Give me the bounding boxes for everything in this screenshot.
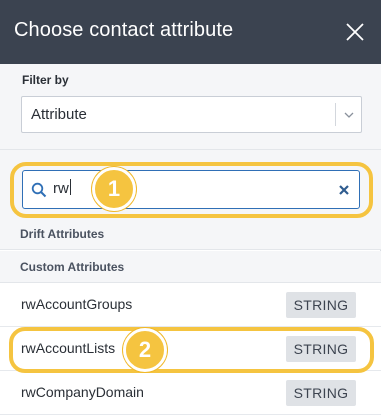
- step-badge-1: 1: [92, 167, 136, 211]
- attribute-row[interactable]: rwAccountGroups STRING: [0, 283, 381, 327]
- close-icon: [346, 23, 364, 41]
- close-button[interactable]: [339, 16, 371, 48]
- filter-by-value: Attribute: [31, 106, 87, 123]
- contact-attribute-panel: Choose contact attribute Filter by Attri…: [0, 0, 381, 415]
- group-label-drift: Drift Attributes: [20, 227, 105, 241]
- filter-by-select[interactable]: Attribute: [21, 96, 362, 133]
- chevron-down-icon: [344, 112, 354, 118]
- group-header-custom-attributes: Custom Attributes: [0, 251, 381, 283]
- group-header-drift-attributes: Drift Attributes: [0, 219, 381, 250]
- attribute-row[interactable]: rwCompanyDomain STRING: [0, 371, 381, 415]
- highlight-ring-step-2: [9, 327, 374, 373]
- panel-header: Choose contact attribute: [0, 0, 381, 64]
- panel-title: Choose contact attribute: [14, 19, 234, 41]
- highlight-ring-step-1: [10, 162, 373, 218]
- group-label-custom: Custom Attributes: [20, 260, 125, 274]
- attribute-type-badge: STRING: [286, 380, 356, 406]
- attribute-name: rwCompanyDomain: [21, 384, 144, 400]
- attribute-type-badge: STRING: [286, 292, 356, 318]
- attribute-name: rwAccountGroups: [21, 296, 133, 312]
- select-divider: [335, 103, 336, 126]
- filter-section: Filter by Attribute: [0, 64, 381, 150]
- step-badge-2: 2: [123, 328, 167, 372]
- filter-by-label: Filter by: [22, 73, 69, 87]
